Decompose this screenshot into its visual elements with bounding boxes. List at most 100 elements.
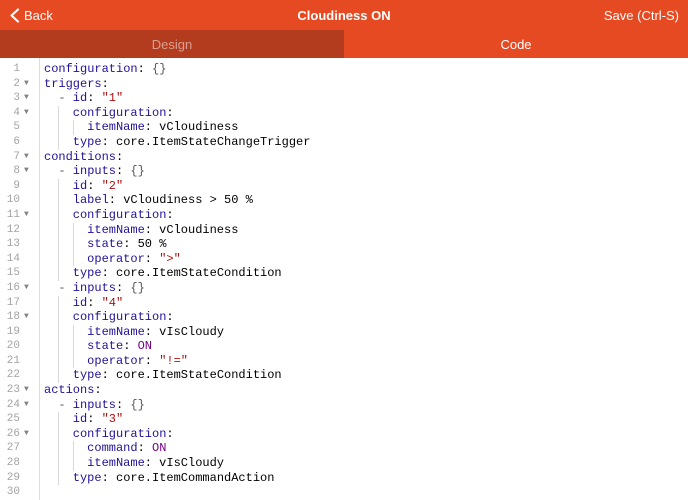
token-key: operator (87, 252, 145, 266)
fold-arrow-icon[interactable]: ▼ (20, 106, 39, 121)
token-plain: : (166, 208, 173, 222)
tab-design[interactable]: Design (0, 30, 344, 58)
code-line[interactable]: 3▼- id: "1" (0, 91, 688, 106)
indent-guide (58, 441, 72, 456)
code-line[interactable]: 19itemName: vIsCloudy (0, 325, 688, 340)
token-key: conditions (44, 150, 116, 164)
token-str: ">" (159, 252, 181, 266)
fold-gutter-cell (20, 135, 39, 150)
fold-gutter-cell (20, 368, 39, 383)
code-line[interactable]: 17id: "4" (0, 296, 688, 311)
indent-guide (73, 252, 87, 267)
code-line[interactable]: 25id: "3" (0, 412, 688, 427)
page-title: Cloudiness ON (0, 8, 688, 23)
token-plain: : vIsCloudy (145, 325, 224, 339)
code-text: id: "3" (39, 412, 123, 427)
code-line[interactable]: 30 (0, 485, 688, 500)
token-key: id (73, 91, 87, 105)
line-number: 17 (0, 296, 20, 311)
indent-guide (58, 412, 72, 427)
line-number: 24 (0, 398, 20, 413)
token-plain: : (116, 398, 130, 412)
fold-gutter-cell (20, 296, 39, 311)
fold-arrow-icon[interactable]: ▼ (20, 77, 39, 92)
fold-arrow-icon[interactable]: ▼ (20, 150, 39, 165)
tab-code[interactable]: Code (344, 30, 688, 58)
code-line[interactable]: 11▼ configuration: (0, 208, 688, 223)
code-line[interactable]: 1configuration: {} (0, 62, 688, 77)
fold-arrow-icon[interactable]: ▼ (20, 164, 39, 179)
code-text: id: "2" (39, 179, 123, 194)
line-number: 16 (0, 281, 20, 296)
token-plain: : core.ItemStateChangeTrigger (102, 135, 311, 149)
token-meta: - (58, 281, 72, 295)
indent-guide (58, 354, 72, 369)
token-plain: : (138, 62, 152, 76)
fold-arrow-icon[interactable]: ▼ (20, 310, 39, 325)
fold-arrow-icon[interactable]: ▼ (20, 427, 39, 442)
code-line[interactable]: 10label: vCloudiness > 50 % (0, 193, 688, 208)
code-line[interactable]: 12itemName: vCloudiness (0, 223, 688, 238)
code-editor[interactable]: 1configuration: {}2▼triggers:3▼- id: "1"… (0, 58, 688, 500)
code-lines: 1configuration: {}2▼triggers:3▼- id: "1"… (0, 58, 688, 500)
indent-guide (58, 237, 72, 252)
line-number: 11 (0, 208, 20, 223)
token-key: type (73, 368, 102, 382)
code-line[interactable]: 14operator: ">" (0, 252, 688, 267)
fold-gutter-cell (20, 441, 39, 456)
fold-gutter-cell (20, 471, 39, 486)
code-line[interactable]: 6type: core.ItemStateChangeTrigger (0, 135, 688, 150)
fold-arrow-icon[interactable]: ▼ (20, 281, 39, 296)
indent-guide (73, 237, 87, 252)
code-line[interactable]: 20state: ON (0, 339, 688, 354)
fold-gutter-cell (20, 266, 39, 281)
indent-space (44, 164, 58, 179)
code-line[interactable]: 18▼configuration: (0, 310, 688, 325)
fold-gutter-cell (20, 354, 39, 369)
line-number: 21 (0, 354, 20, 369)
fold-arrow-icon[interactable]: ▼ (20, 208, 39, 223)
code-line[interactable]: 16▼- inputs: {} (0, 281, 688, 296)
indent-guide (58, 208, 72, 223)
code-line[interactable]: 13state: 50 % (0, 237, 688, 252)
token-plain: : (94, 383, 101, 397)
chevron-left-icon (9, 8, 20, 23)
indent-space (44, 266, 58, 281)
indent-guide (58, 339, 72, 354)
fold-arrow-icon[interactable]: ▼ (20, 383, 39, 398)
token-key: configuration (73, 208, 167, 222)
indent-guide (58, 120, 72, 135)
code-line[interactable]: 15type: core.ItemStateCondition (0, 266, 688, 281)
code-line[interactable]: 5itemName: vCloudiness (0, 120, 688, 135)
code-line[interactable]: 9id: "2" (0, 179, 688, 194)
back-button[interactable]: Back (0, 8, 53, 23)
code-line[interactable]: 29type: core.ItemCommandAction (0, 471, 688, 486)
token-plain: : (145, 354, 159, 368)
fold-arrow-icon[interactable]: ▼ (20, 91, 39, 106)
code-line[interactable]: 27command: ON (0, 441, 688, 456)
code-line[interactable]: 23▼actions: (0, 383, 688, 398)
token-str: "!=" (159, 354, 188, 368)
token-key: itemName (87, 120, 145, 134)
fold-arrow-icon[interactable]: ▼ (20, 398, 39, 413)
line-number: 5 (0, 120, 20, 135)
code-line[interactable]: 21operator: "!=" (0, 354, 688, 369)
code-line[interactable]: 28itemName: vIsCloudy (0, 456, 688, 471)
code-line[interactable]: 7▼conditions: (0, 150, 688, 165)
code-line[interactable]: 8▼- inputs: {} (0, 164, 688, 179)
indent-space (44, 427, 58, 442)
code-line[interactable]: 24▼- inputs: {} (0, 398, 688, 413)
token-key: id (73, 179, 87, 193)
line-number: 7 (0, 150, 20, 165)
code-text: actions: (39, 383, 102, 398)
indent-space (44, 456, 58, 471)
indent-space (44, 237, 58, 252)
indent-space (44, 412, 58, 427)
save-button[interactable]: Save (Ctrl-S) (604, 8, 688, 23)
code-line[interactable]: 22type: core.ItemStateCondition (0, 368, 688, 383)
code-line[interactable]: 26▼configuration: (0, 427, 688, 442)
token-plain: : (87, 296, 101, 310)
token-plain: : (87, 179, 101, 193)
code-line[interactable]: 2▼triggers: (0, 77, 688, 92)
code-line[interactable]: 4▼configuration: (0, 106, 688, 121)
